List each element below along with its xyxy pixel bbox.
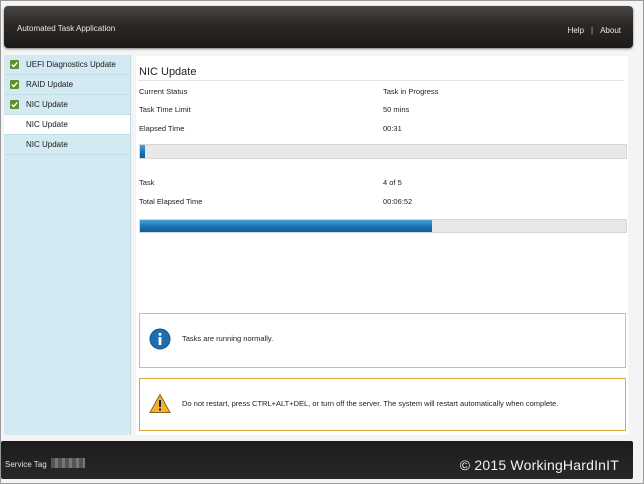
sidebar-item-uefi-diagnostics-update[interactable]: UEFI Diagnostics Update bbox=[4, 55, 130, 75]
time-limit-value: 50 mins bbox=[383, 105, 410, 114]
service-tag-value bbox=[51, 458, 85, 468]
footer-bar: Service Tag © 2015 WorkingHardInIT bbox=[1, 441, 633, 479]
checkmark-icon bbox=[10, 80, 19, 89]
info-icon bbox=[149, 328, 171, 355]
sidebar-item-label: NIC Update bbox=[26, 100, 68, 109]
app-title: Automated Task Application bbox=[17, 24, 116, 33]
info-message-box: Tasks are running normally. bbox=[139, 313, 626, 368]
info-message-text: Tasks are running normally. bbox=[182, 334, 274, 343]
checkmark-icon bbox=[10, 60, 19, 69]
sidebar-item-label: NIC Update bbox=[26, 120, 68, 129]
copyright-watermark: © 2015 WorkingHardInIT bbox=[459, 457, 619, 473]
task-count-value: 4 of 5 bbox=[383, 178, 402, 187]
sidebar-item-nic-update-1[interactable]: NIC Update bbox=[4, 95, 130, 115]
sidebar-item-nic-update-3[interactable]: NIC Update bbox=[4, 135, 130, 155]
link-separator: | bbox=[591, 26, 594, 35]
task-count-label: Task bbox=[139, 178, 155, 187]
current-status-value: Task in Progress bbox=[383, 87, 439, 96]
sidebar-item-label: RAID Update bbox=[26, 80, 74, 89]
warning-message-text: Do not restart, press CTRL+ALT+DEL, or t… bbox=[182, 399, 559, 408]
sidebar-item-nic-update-2[interactable]: NIC Update bbox=[4, 115, 130, 135]
elapsed-time-label: Elapsed Time bbox=[139, 124, 185, 133]
task-sidebar: UEFI Diagnostics Update RAID Update NIC … bbox=[4, 55, 131, 435]
current-status-label: Current Status bbox=[139, 87, 188, 96]
application-window: Automated Task Application Help | About … bbox=[0, 0, 644, 484]
sidebar-item-label: NIC Update bbox=[26, 140, 68, 149]
page-title: NIC Update bbox=[139, 66, 197, 78]
task-progress-bar bbox=[139, 144, 627, 159]
overall-progress-bar bbox=[139, 219, 627, 233]
title-bar: Automated Task Application Help | About bbox=[4, 6, 633, 48]
total-elapsed-label: Total Elapsed Time bbox=[139, 197, 203, 206]
elapsed-time-value: 00:31 bbox=[383, 124, 402, 133]
total-elapsed-value: 00:06:52 bbox=[383, 197, 413, 206]
service-tag-label: Service Tag bbox=[5, 460, 47, 469]
sidebar-item-raid-update[interactable]: RAID Update bbox=[4, 75, 130, 95]
help-link[interactable]: Help bbox=[568, 26, 584, 35]
warning-message-box: Do not restart, press CTRL+ALT+DEL, or t… bbox=[139, 378, 626, 431]
sidebar-item-label: UEFI Diagnostics Update bbox=[26, 60, 116, 69]
task-detail-panel: NIC Update Current Status Task in Progre… bbox=[136, 56, 628, 435]
about-link[interactable]: About bbox=[600, 26, 621, 35]
overall-progress-fill bbox=[140, 220, 432, 232]
header-links: Help | About bbox=[568, 26, 621, 35]
warning-triangle-icon bbox=[149, 393, 171, 419]
task-progress-fill bbox=[140, 145, 145, 158]
time-limit-label: Task Time Limit bbox=[139, 105, 191, 114]
title-divider bbox=[138, 80, 624, 81]
checkmark-icon bbox=[10, 100, 19, 109]
